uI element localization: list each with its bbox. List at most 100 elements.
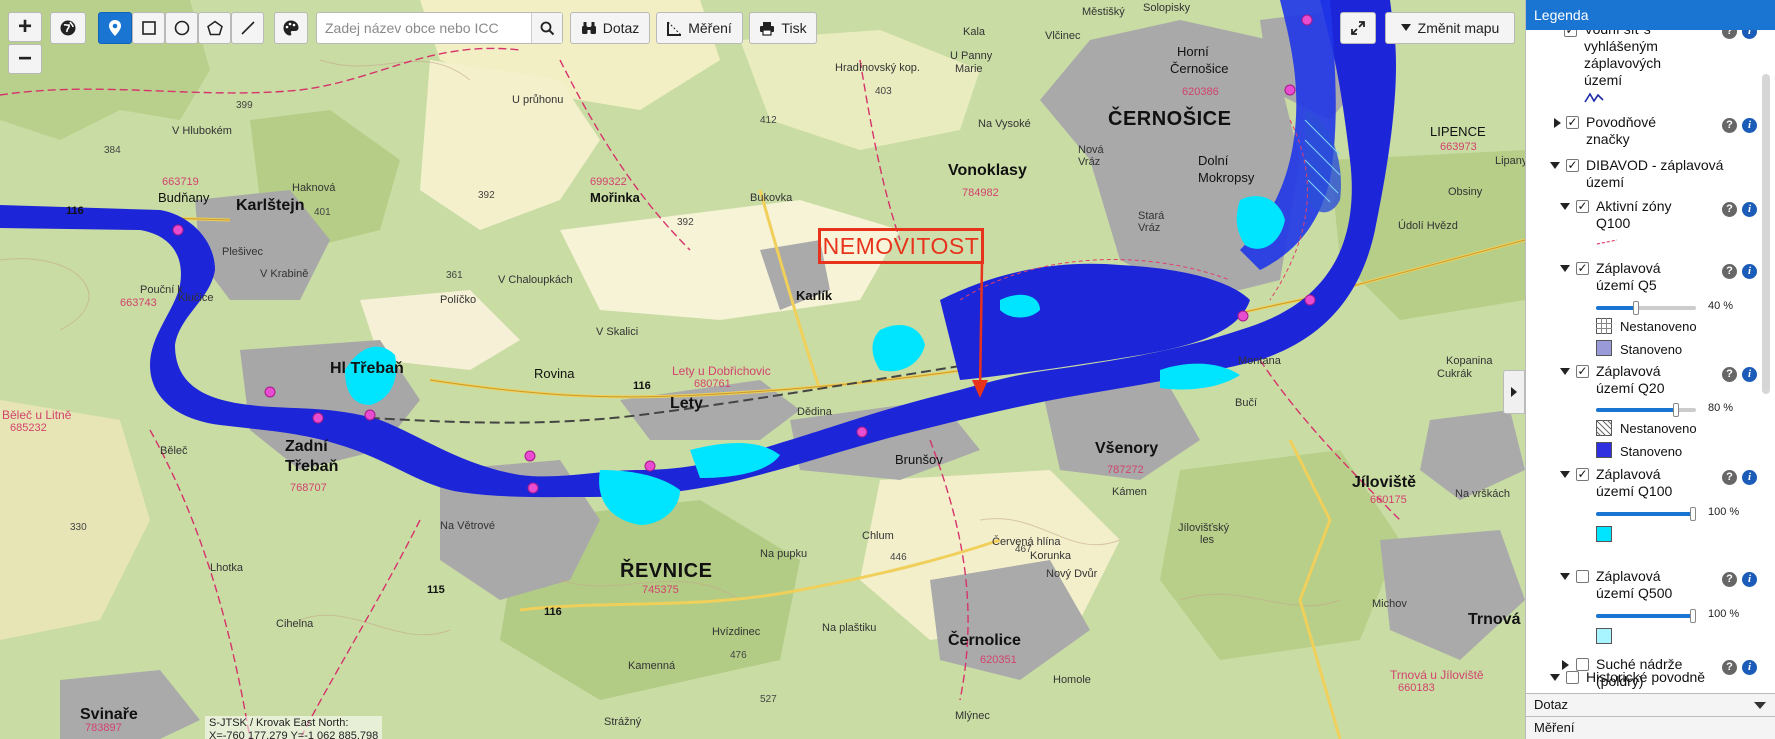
help-icon[interactable]: ? [1722,202,1737,217]
info-icon[interactable]: i [1742,367,1757,382]
town-label-michov: Michov [1372,598,1407,610]
opacity-slider-q20[interactable] [1596,403,1696,417]
town-label-v-krabine: V Krabině [260,268,309,280]
road-number: 116 [544,606,562,618]
collapse-toggle-icon[interactable] [1560,265,1570,272]
search-input[interactable] [317,14,531,42]
rectangle-tool-button[interactable] [132,12,165,44]
opacity-slider-q500[interactable] [1596,609,1696,623]
town-label-dolni: Dolní [1198,153,1229,168]
slider-handle[interactable] [1690,609,1696,623]
line-icon [240,21,255,35]
style-palette-button[interactable] [274,12,308,44]
scrollbar-thumb[interactable] [1762,74,1770,394]
point-tool-button[interactable] [98,12,132,44]
legend-q5-determined: Stanoveno [1620,342,1683,357]
legend-checkbox-q500[interactable] [1576,570,1589,583]
collapse-panel-button[interactable] [1503,370,1525,414]
info-icon[interactable]: i [1742,202,1757,217]
collapse-toggle-icon[interactable] [1560,203,1570,210]
q5-color-swatch [1596,340,1612,356]
collapse-toggle-icon[interactable] [1560,471,1570,478]
collapse-toggle-icon[interactable] [1560,573,1570,580]
cadastre-code: 680761 [694,378,731,390]
legend-header[interactable]: Legenda [1526,0,1775,30]
legend-checkbox-q5[interactable]: ✓ [1576,262,1589,275]
expand-toggle-icon[interactable] [1562,660,1569,670]
town-label-revnice: ŘEVNICE [620,560,713,582]
town-label-mokropsy: Mokropsy [1198,170,1255,185]
info-icon[interactable]: i [1742,572,1757,587]
legend-label-q5: Záplavová území Q5 [1596,260,1661,293]
info-icon[interactable]: i [1742,660,1757,675]
slider-handle[interactable] [1673,403,1679,417]
town-label-chlum: Chlum [862,530,894,542]
change-map-button[interactable]: Změnit mapu [1385,12,1515,44]
map-canvas[interactable]: ČERNOŠICE ŘEVNICE Karlštejn Zadní Třebaň… [0,0,1525,739]
town-label-vsenory: Všenory [1095,440,1159,457]
help-icon[interactable]: ? [1722,30,1737,39]
town-label-cihelna: Cihelna [276,618,314,630]
town-label-morinka: Mořinka [590,190,640,205]
collapse-toggle-icon[interactable] [1560,368,1570,375]
line-tool-button[interactable] [231,12,264,44]
circle-tool-button[interactable] [165,12,198,44]
cadastre-code: 784982 [962,187,999,199]
town-label-homole: Homole [1053,674,1091,686]
section-measure-header[interactable]: Měření [1526,716,1775,739]
info-icon[interactable]: i [1742,118,1757,133]
opacity-slider-q5[interactable] [1596,301,1696,315]
print-button[interactable]: Tisk [749,12,817,44]
legend-checkbox-q100[interactable]: ✓ [1576,468,1589,481]
legend-label-dibavod: DIBAVOD - záplavová území [1586,157,1724,190]
town-label-mestisky: Městišký [1082,6,1125,18]
legend-scrollbar[interactable] [1759,32,1773,691]
collapse-toggle-icon[interactable] [1550,162,1560,169]
polygon-tool-button[interactable] [198,12,231,44]
collapse-toggle-icon[interactable] [1550,674,1560,681]
legend-checkbox-water-network[interactable]: ✓ [1564,30,1577,37]
zoom-out-button[interactable]: − [8,44,42,74]
q500-color-swatch [1596,628,1612,644]
query-button[interactable]: Dotaz [570,12,650,44]
town-label-mlynec: Mlýnec [955,710,990,722]
globe-button[interactable] [50,12,86,44]
search-box [316,12,563,44]
chevron-right-icon [1511,387,1517,397]
opacity-slider-q100[interactable] [1596,507,1696,521]
town-label-cernolice: Černolice [948,632,1021,649]
legend-checkbox-flood-marks[interactable]: ✓ [1566,116,1579,129]
slider-handle[interactable] [1690,507,1696,521]
help-icon[interactable]: ? [1722,470,1737,485]
legend-checkbox-q20[interactable]: ✓ [1576,365,1589,378]
legend-checkbox-active-zones[interactable]: ✓ [1576,200,1589,213]
info-icon[interactable]: i [1742,470,1757,485]
info-icon[interactable]: i [1742,30,1757,39]
town-label-udoli-hvezd: Údolí Hvězd [1398,220,1458,232]
town-label-na-plastiku: Na plaštiku [822,622,877,634]
cadastre-code: 787272 [1107,464,1144,476]
help-icon[interactable]: ? [1722,264,1737,279]
search-button[interactable] [531,13,562,43]
info-icon[interactable]: i [1742,264,1757,279]
section-measure-label: Měření [1534,720,1575,735]
cadastre-code: 783897 [85,722,122,734]
help-icon[interactable]: ? [1722,660,1737,675]
town-label-hradinovsky: Hradínovský kop. [835,62,920,74]
zoom-in-button[interactable]: + [8,12,42,42]
slider-handle[interactable] [1633,301,1639,315]
town-label-dedina: Dědina [797,406,832,418]
measure-button[interactable]: Měření [656,12,743,44]
section-query-header[interactable]: Dotaz [1526,693,1775,716]
legend-checkbox-dibavod[interactable]: ✓ [1566,159,1579,172]
help-icon[interactable]: ? [1722,118,1737,133]
help-icon[interactable]: ? [1722,367,1737,382]
elevation-label: 399 [236,100,253,111]
help-icon[interactable]: ? [1722,572,1737,587]
legend-checkbox-historical-floods[interactable] [1566,671,1579,684]
expand-toggle-icon[interactable] [1554,118,1561,128]
legend-label-historical-floods: Historické povodně [1586,669,1706,685]
cadastre-code: 699322 [590,176,627,188]
elevation-label: 403 [875,86,892,97]
fullscreen-button[interactable] [1340,12,1376,44]
